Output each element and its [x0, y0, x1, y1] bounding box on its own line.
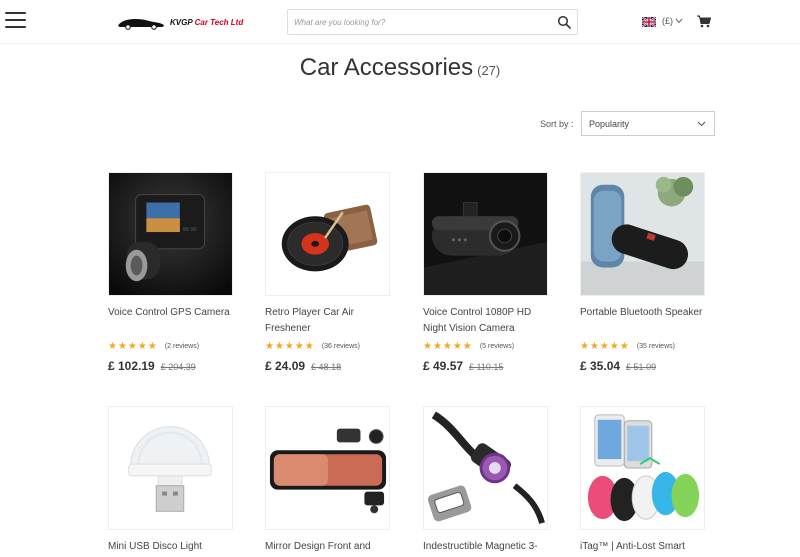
sort-dropdown[interactable]: Popularity — [581, 111, 715, 136]
sale-price: £ 49.57 — [423, 359, 464, 373]
product-name[interactable]: Portable Bluetooth Speaker — [580, 305, 706, 337]
product-card[interactable]: iTag™ | Anti-Lost Smart — [580, 406, 706, 557]
sale-price: £ 35.04 — [580, 359, 621, 373]
original-price: £ 48.18 — [311, 362, 342, 372]
rating-stars: ★★★★★ — [580, 340, 630, 352]
product-image[interactable] — [423, 406, 548, 530]
product-prices: £ 102.19 £ 204.39 — [108, 359, 234, 373]
review-count[interactable]: (5 reviews) — [480, 343, 514, 350]
product-name[interactable]: Mini USB Disco Light — [108, 539, 234, 557]
product-prices: £ 49.57 £ 110.15 — [423, 359, 549, 373]
chevron-down-icon — [697, 121, 706, 127]
review-count[interactable]: (2 reviews) — [165, 343, 199, 350]
currency-label: (£) — [662, 16, 673, 26]
product-card[interactable]: Indestructible Magnetic 3- — [423, 406, 549, 557]
product-name[interactable]: Voice Control 1080P HD Night Vision Came… — [423, 305, 549, 337]
product-card[interactable]: Portable Bluetooth Speaker ★★★★★ (35 rev… — [580, 172, 706, 373]
sale-price: £ 24.09 — [265, 359, 306, 373]
search-bar — [287, 9, 578, 35]
original-price: £ 110.15 — [469, 362, 504, 372]
store-name: KVGP Car Tech Ltd — [170, 18, 243, 27]
product-name[interactable]: Mirror Design Front and — [265, 539, 391, 557]
currency-selector[interactable]: (£) — [662, 16, 683, 26]
product-name[interactable]: Retro Player Car Air Freshener — [265, 305, 391, 337]
product-rating: ★★★★★ (2 reviews) — [108, 340, 234, 352]
rating-stars: ★★★★★ — [423, 340, 473, 352]
product-card[interactable]: Mini USB Disco Light — [108, 406, 234, 557]
product-prices: £ 35.04 £ 51.09 — [580, 359, 706, 373]
product-rating: ★★★★★ (36 reviews) — [265, 340, 391, 352]
review-count[interactable]: (36 reviews) — [322, 343, 360, 350]
product-image[interactable] — [265, 172, 390, 296]
product-card[interactable]: Voice Control 1080P HD Night Vision Came… — [423, 172, 549, 373]
original-price: £ 51.09 — [626, 362, 657, 372]
product-card[interactable]: Mirror Design Front and — [265, 406, 391, 557]
original-price: £ 204.39 — [160, 362, 196, 372]
product-name[interactable]: iTag™ | Anti-Lost Smart — [580, 539, 706, 557]
search-icon[interactable] — [557, 15, 571, 29]
sale-price: £ 102.19 — [108, 359, 155, 373]
product-image[interactable] — [108, 406, 233, 530]
car-logo-icon — [118, 19, 164, 30]
store-name-part1: KVGP — [170, 17, 193, 27]
product-image[interactable] — [108, 172, 233, 296]
product-rating: ★★★★★ (35 reviews) — [580, 340, 706, 352]
product-card[interactable]: Voice Control GPS Camera ★★★★★ (2 review… — [108, 172, 234, 373]
hamburger-menu-icon[interactable] — [5, 11, 26, 29]
product-prices: £ 24.09 £ 48.18 — [265, 359, 391, 373]
chevron-down-icon — [675, 18, 683, 24]
page-title: Car Accessories (27) — [0, 54, 800, 82]
rating-stars: ★★★★★ — [108, 340, 158, 352]
product-image[interactable] — [265, 406, 390, 530]
product-image[interactable] — [423, 172, 548, 296]
product-image[interactable] — [580, 172, 705, 296]
sort-selected-value: Popularity — [589, 119, 630, 129]
search-input[interactable] — [294, 14, 544, 31]
cart-icon[interactable] — [697, 15, 711, 28]
store-logo[interactable]: KVGP Car Tech Ltd — [116, 12, 243, 32]
product-card[interactable]: Retro Player Car Air Freshener ★★★★★ (36… — [265, 172, 391, 373]
product-name[interactable]: Voice Control GPS Camera — [108, 305, 234, 337]
product-rating: ★★★★★ (5 reviews) — [423, 340, 549, 352]
review-count[interactable]: (35 reviews) — [637, 343, 675, 350]
product-image[interactable] — [580, 406, 705, 530]
rating-stars: ★★★★★ — [265, 340, 315, 352]
uk-flag-icon[interactable] — [642, 17, 656, 27]
store-name-part2: Car Tech Ltd — [194, 17, 244, 27]
product-name[interactable]: Indestructible Magnetic 3- — [423, 539, 549, 557]
sort-label: Sort by : — [540, 119, 574, 129]
category-title: Car Accessories — [299, 54, 474, 81]
site-header: KVGP Car Tech Ltd (£) — [0, 0, 800, 44]
product-count: (27) — [477, 63, 501, 78]
